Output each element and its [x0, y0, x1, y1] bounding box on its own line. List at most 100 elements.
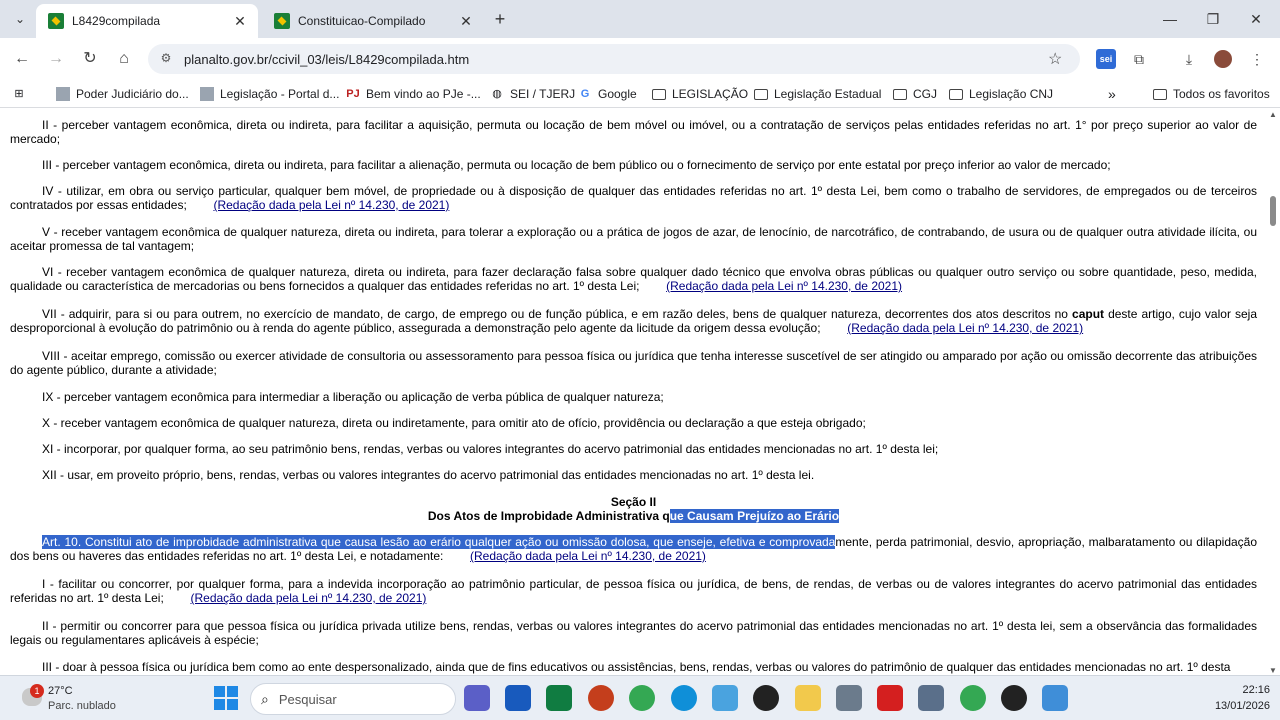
paragraph: I - facilitar ou concorrer, por qualquer…	[10, 577, 1257, 605]
all-bookmarks-folder[interactable]: Todos os favoritos	[1153, 85, 1270, 103]
paragraph-text: IX - perceber vantagem econômica para in…	[42, 390, 664, 404]
bookmark-label: Google	[598, 87, 637, 101]
scroll-up-arrow-icon[interactable]: ▲	[1269, 110, 1277, 119]
tab-search-icon[interactable]: ⌄	[8, 8, 32, 30]
system-clock[interactable]: 22:16 13/01/2026	[1190, 682, 1270, 714]
paragraph: X - receber vantagem econômica de qualqu…	[10, 416, 1257, 430]
bookmark-folder-cgj[interactable]: CGJ	[893, 85, 937, 103]
media-player-icon[interactable]	[1001, 685, 1027, 711]
vertical-scrollbar[interactable]: ▲ ▼	[1266, 108, 1280, 675]
tab-constituicao[interactable]: Constituicao-Compilado ✕	[262, 4, 484, 38]
site-info-icon[interactable]: ⚙	[158, 51, 174, 67]
redacao-link[interactable]: (Redação dada pela Lei nº 14.230, de 202…	[847, 321, 1083, 335]
scroll-thumb[interactable]	[1270, 196, 1276, 226]
control-panel-icon[interactable]	[712, 685, 738, 711]
paragraph: VII - adquirir, para si ou para outrem, …	[10, 307, 1257, 335]
search-placeholder: Pesquisar	[278, 691, 337, 707]
section-title: Seção II	[610, 495, 657, 509]
tab-title: L8429compilada	[72, 14, 161, 28]
forward-arrow-icon[interactable]: →	[44, 48, 68, 70]
bookmark-label: CGJ	[913, 87, 937, 101]
paragraph-text: V - receber vantagem econômica de qualqu…	[10, 225, 1257, 253]
teams-icon[interactable]	[464, 685, 490, 711]
new-tab-button[interactable]: +	[490, 9, 510, 29]
paragraph: XI - incorporar, por qualquer forma, ao …	[10, 442, 1257, 456]
paragraph: III - doar à pessoa física ou jurídica b…	[10, 660, 1257, 674]
apps-grid-icon[interactable]: ⊞	[12, 85, 32, 103]
folder-icon	[754, 88, 768, 100]
paragraph-text: VII - adquirir, para si ou para outrem, …	[42, 307, 1073, 321]
page-content: II - perceber vantagem econômica, direta…	[0, 108, 1266, 675]
folder-icon	[652, 88, 666, 100]
weather-widget[interactable]: 1 27°C Parc. nublado	[18, 682, 138, 716]
close-tab-icon[interactable]: ✕	[230, 13, 250, 30]
app-circle-icon[interactable]	[753, 685, 779, 711]
redacao-link[interactable]: (Redação dada pela Lei nº 14.230, de 202…	[213, 198, 449, 212]
excel-icon[interactable]	[546, 685, 572, 711]
tab-strip: ⌄ L8429compilada ✕ Constituicao-Compilad…	[0, 0, 1280, 38]
bookmark-label: Todos os favoritos	[1173, 87, 1270, 101]
chrome-active-icon[interactable]	[960, 685, 986, 711]
section-subtitle-text: Dos Atos de Improbidade Administrativa q	[427, 509, 670, 523]
solitaire-icon[interactable]	[918, 685, 944, 711]
maximize-button[interactable]: ❐	[1201, 8, 1225, 30]
selected-text: Art. 10. Constitui ato de improbidade ad…	[42, 535, 836, 549]
tab-title: Constituicao-Compilado	[298, 14, 426, 28]
bookmark-sei-tjerj[interactable]: ◍ SEI / TJERJ	[490, 85, 575, 103]
close-tab-icon[interactable]: ✕	[456, 13, 476, 30]
reload-icon[interactable]: ↻	[78, 48, 102, 70]
site-favicon-icon	[56, 87, 70, 101]
redacao-link[interactable]: (Redação dada pela Lei nº 14.230, de 202…	[470, 549, 706, 563]
profile-avatar[interactable]	[1214, 50, 1232, 68]
sei-extension-icon[interactable]: sei	[1096, 49, 1116, 69]
download-icon[interactable]: ⤓	[1178, 48, 1200, 70]
site-favicon-icon	[200, 87, 214, 101]
paragraph-text: II - perceber vantagem econômica, direta…	[10, 118, 1257, 146]
redacao-link[interactable]: (Redação dada pela Lei nº 14.230, de 202…	[190, 591, 426, 605]
bookmark-poder-judiciario[interactable]: Poder Judiciário do...	[56, 85, 189, 103]
caput-bold: caput	[1072, 307, 1105, 321]
menu-kebab-icon[interactable]: ⋮	[1246, 48, 1268, 70]
powerpoint-icon[interactable]	[588, 685, 614, 711]
clock-date: 13/01/2026	[1214, 700, 1270, 712]
acrobat-icon[interactable]	[877, 685, 903, 711]
url-text: planalto.gov.br/ccivil_03/leis/L8429comp…	[184, 51, 470, 67]
bookmark-legislacao-portal[interactable]: Legislação - Portal d...	[200, 85, 339, 103]
back-arrow-icon[interactable]: ←	[10, 48, 34, 70]
paragraph-text: III - doar à pessoa física ou jurídica b…	[42, 660, 1231, 674]
bookmark-folder-legislacao[interactable]: LEGISLAÇÃO	[652, 85, 748, 103]
windows-start-icon[interactable]	[214, 686, 238, 710]
scroll-down-arrow-icon[interactable]: ▼	[1269, 666, 1277, 675]
paragraph: IV - utilizar, em obra ou serviço partic…	[10, 184, 1257, 212]
bookmark-folder-legislacao-estadual[interactable]: Legislação Estadual	[754, 85, 881, 103]
file-explorer-icon[interactable]	[795, 685, 821, 711]
folder-icon	[1153, 88, 1167, 100]
paragraph-text: XI - incorporar, por qualquer forma, ao …	[42, 442, 939, 456]
calculator-icon[interactable]	[836, 685, 862, 711]
bookmark-label: Bem vindo ao PJe -...	[366, 87, 481, 101]
bookmarks-overflow-button[interactable]: »	[1108, 85, 1116, 103]
bookmark-google[interactable]: G Google	[578, 85, 637, 103]
extensions-puzzle-icon[interactable]: ⧉	[1128, 48, 1150, 70]
tab-l8429compilada[interactable]: L8429compilada ✕	[36, 4, 258, 38]
paragraph: XII - usar, em proveito próprio, bens, r…	[10, 468, 1257, 482]
paragraph-text: VIII - aceitar emprego, comissão ou exer…	[10, 349, 1257, 377]
edge-icon[interactable]	[671, 685, 697, 711]
snipping-tool-icon[interactable]	[1042, 685, 1068, 711]
redacao-link[interactable]: (Redação dada pela Lei nº 14.230, de 202…	[666, 279, 902, 293]
selected-text: ue Causam Prejuízo ao Erário	[669, 509, 840, 523]
address-bar[interactable]: ⚙ planalto.gov.br/ccivil_03/leis/L8429co…	[148, 44, 1080, 74]
paragraph-text: X - receber vantagem econômica de qualqu…	[42, 416, 866, 430]
home-icon[interactable]: ⌂	[112, 48, 136, 70]
notification-badge: 1	[30, 684, 44, 698]
paragraph-text: VI - receber vantagem econômica de qualq…	[10, 265, 1257, 293]
bookmark-folder-legislacao-cnj[interactable]: Legislação CNJ	[949, 85, 1053, 103]
folder-icon	[949, 88, 963, 100]
word-icon[interactable]	[505, 685, 531, 711]
chrome-icon[interactable]	[629, 685, 655, 711]
bookmark-star-icon[interactable]: ☆	[1048, 49, 1068, 69]
close-window-button[interactable]: ✕	[1244, 8, 1268, 30]
taskbar-search[interactable]: ⌕ Pesquisar	[250, 683, 456, 715]
bookmark-pje[interactable]: PJ Bem vindo ao PJe -...	[346, 85, 481, 103]
minimize-button[interactable]: —	[1158, 8, 1182, 30]
